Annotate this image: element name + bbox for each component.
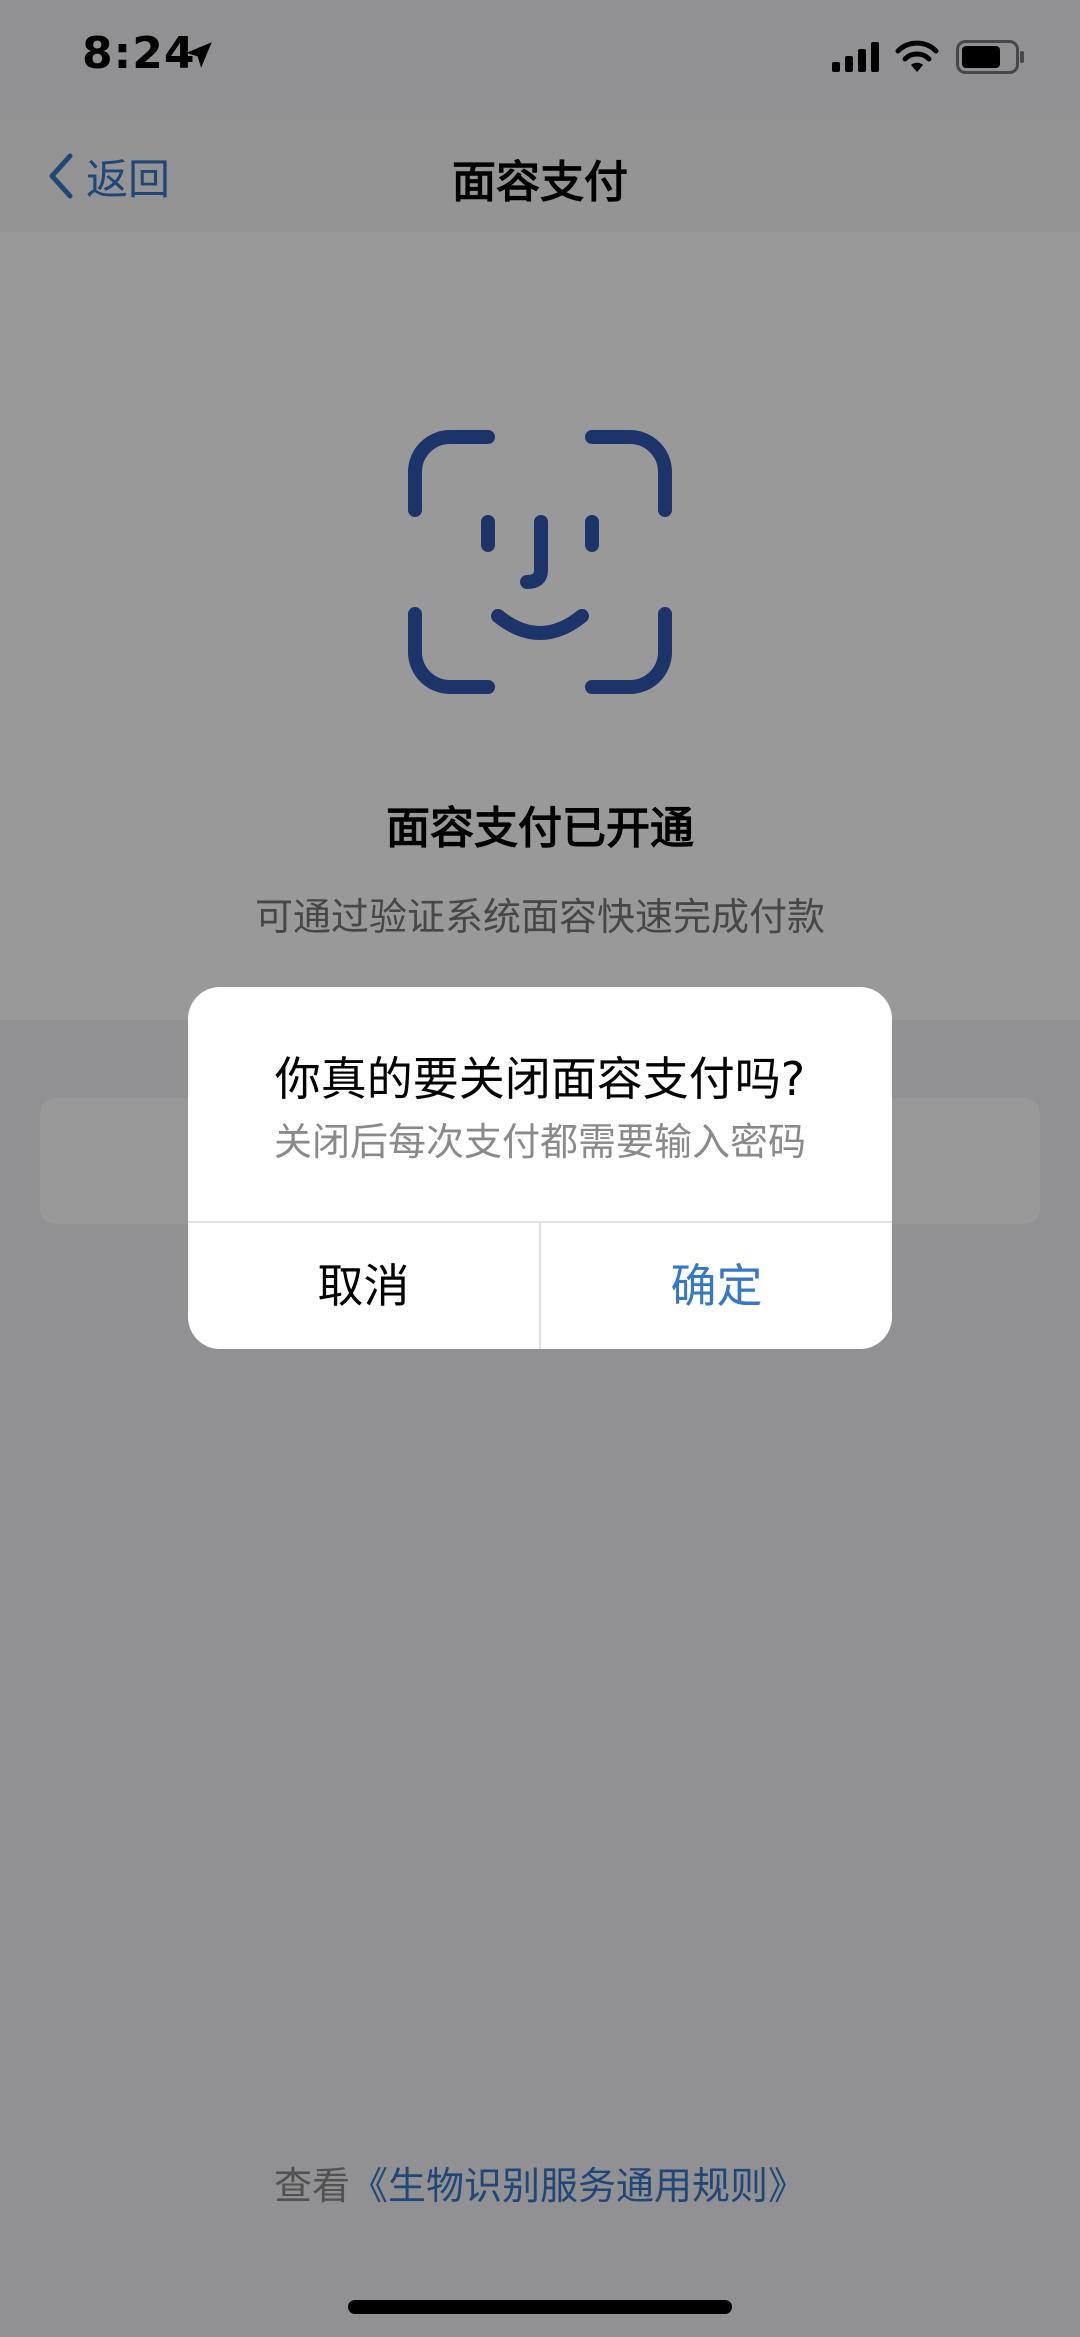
- screen: 8:24 返回 面容支付 面容支付已开通 可通过验证系统面容快速完成付款 查看《…: [0, 0, 1080, 2337]
- confirm-button[interactable]: 确定: [541, 1223, 892, 1349]
- cancel-button[interactable]: 取消: [188, 1223, 539, 1349]
- confirm-disable-dialog: 你真的要关闭面容支付吗? 关闭后每次支付都需要输入密码 取消 确定: [188, 987, 892, 1349]
- dialog-title: 你真的要关闭面容支付吗?: [274, 1052, 806, 1106]
- dialog-message: 关闭后每次支付都需要输入密码: [273, 1120, 806, 1164]
- home-indicator[interactable]: [348, 2300, 732, 2314]
